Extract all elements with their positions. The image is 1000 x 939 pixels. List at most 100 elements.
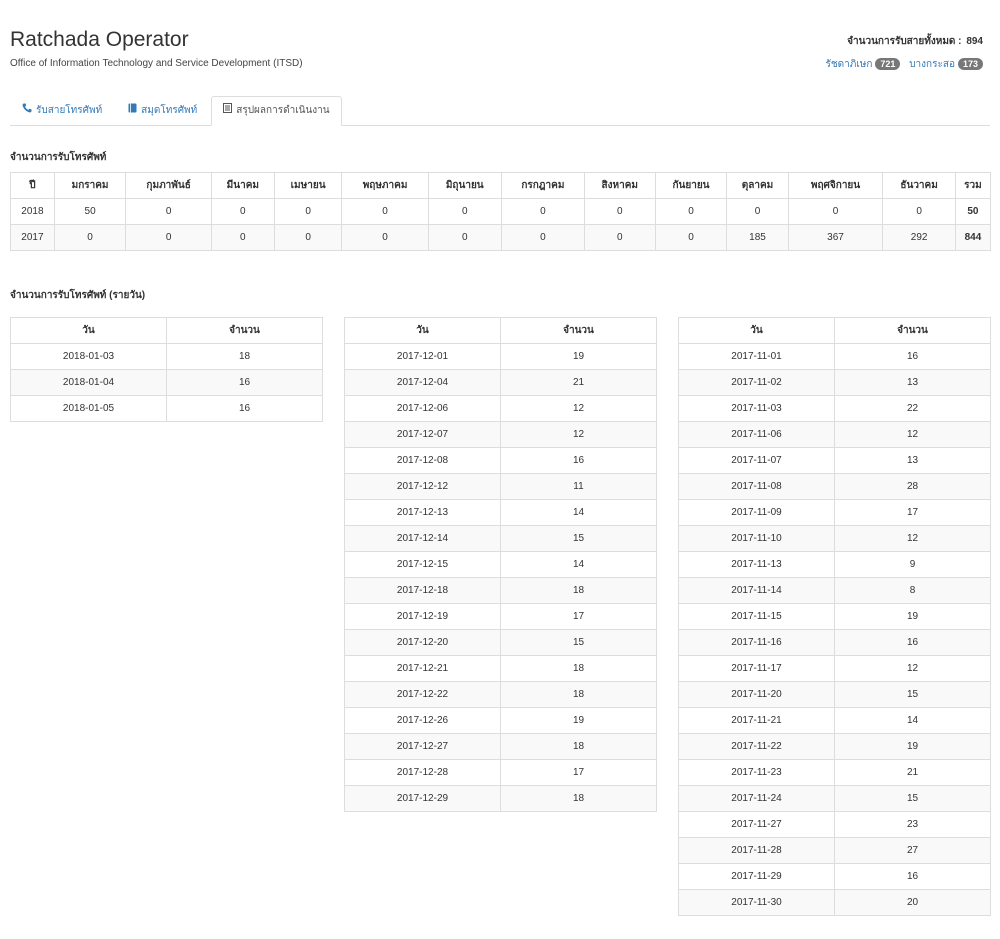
table-row: 2017-11-07 13 (678, 447, 991, 474)
tab-performance-summary[interactable]: สรุปผลการดำเนินงาน (211, 96, 342, 126)
table-header-row: วัน จำนวน (678, 317, 991, 344)
count-cell: 13 (834, 447, 991, 474)
branch-link-bangkraso[interactable]: บางกระสอ 173 (909, 58, 983, 70)
column-header: มกราคม (53, 172, 127, 199)
table-row: 2017-11-09 17 (678, 499, 991, 526)
count-cell: 12 (500, 421, 657, 448)
count-cell: 18 (500, 733, 657, 760)
total-calls: จำนวนการรับสายทั้งหมด : 894 (819, 34, 983, 49)
date-cell: 2017-11-27 (678, 811, 835, 838)
column-header: เมษายน (273, 172, 343, 199)
year-cell: 2017 (10, 224, 55, 251)
count-cell: 21 (500, 369, 657, 396)
tab-receive-calls[interactable]: รับสายโทรศัพท์ (10, 96, 114, 124)
count-cell: 18 (500, 577, 657, 604)
count-cell: 8 (834, 577, 991, 604)
table-row: 2017-11-29 16 (678, 863, 991, 890)
date-cell: 2017-11-08 (678, 473, 835, 500)
total-calls-label: จำนวนการรับสายทั้งหมด : (847, 36, 962, 47)
table-row: 2017-12-20 15 (344, 629, 657, 656)
table-row: 2018-01-05 16 (10, 395, 323, 422)
app-subtitle: Office of Information Technology and Ser… (10, 58, 303, 69)
column-header: สิงหาคม (583, 172, 656, 199)
date-column-header: วัน (10, 317, 167, 344)
total-calls-value: 894 (966, 36, 983, 47)
tab-label: สรุปผลการดำเนินงาน (236, 105, 330, 116)
count-cell: 14 (500, 499, 657, 526)
table-row: 2018-01-03 18 (10, 343, 323, 370)
count-cell: 15 (834, 681, 991, 708)
column-header: กรกฎาคม (500, 172, 585, 199)
count-cell: 18 (500, 785, 657, 812)
month-cell: 0 (341, 198, 429, 225)
count-cell: 20 (834, 889, 991, 916)
table-row: 2017-11-28 27 (678, 837, 991, 864)
month-cell: 185 (726, 224, 789, 251)
table-row: 2017-12-04 21 (344, 369, 657, 396)
table-row: 2017-11-16 16 (678, 629, 991, 656)
column-header: มีนาคม (210, 172, 275, 199)
table-row: 2017-11-03 22 (678, 395, 991, 422)
table-header-row: ปี มกราคม กุมภาพันธ์ มีนาคม เมษายน พฤษภาคม มิถ… (10, 172, 992, 199)
table-row: 2017-12-07 12 (344, 421, 657, 448)
table-row: 2017-12-12 11 (344, 473, 657, 500)
table-row: 2018-01-04 16 (10, 369, 323, 396)
branch-link-ratchada[interactable]: รัชดาภิเษก 721 (825, 58, 901, 70)
branch-list: รัชดาภิเษก 721 บางกระสอ 173 (819, 57, 983, 72)
count-cell: 16 (834, 343, 991, 370)
daily-section-title: จำนวนการรับโทรศัพท์ (รายวัน) (10, 290, 146, 301)
table-header-row: วัน จำนวน (10, 317, 323, 344)
month-cell: 0 (654, 198, 728, 225)
date-cell: 2017-11-23 (678, 759, 835, 786)
date-cell: 2017-11-14 (678, 577, 835, 604)
date-cell: 2017-11-13 (678, 551, 835, 578)
date-cell: 2017-12-01 (344, 343, 501, 370)
column-header: กันยายน (654, 172, 728, 199)
count-cell: 21 (834, 759, 991, 786)
table-row: 2017-11-06 12 (678, 421, 991, 448)
column-header: พฤษภาคม (341, 172, 429, 199)
date-cell: 2017-12-27 (344, 733, 501, 760)
column-header: ปี (10, 172, 55, 199)
count-badge: 173 (957, 58, 983, 70)
count-cell: 22 (834, 395, 991, 422)
table-row: 2017-11-14 8 (678, 577, 991, 604)
date-cell: 2017-11-09 (678, 499, 835, 526)
table-row: 2017-11-30 20 (678, 889, 991, 916)
count-cell: 19 (500, 707, 657, 734)
tab-phonebook[interactable]: สมุดโทรศัพท์ (116, 96, 209, 124)
date-cell: 2017-12-07 (344, 421, 501, 448)
count-cell: 12 (834, 655, 991, 682)
count-cell: 17 (834, 499, 991, 526)
date-cell: 2017-12-13 (344, 499, 501, 526)
book-icon (128, 97, 137, 125)
year-cell: 2018 (10, 198, 55, 225)
date-cell: 2017-11-29 (678, 863, 835, 890)
month-cell: 0 (273, 198, 343, 225)
column-header: มิถุนายน (427, 172, 502, 199)
month-cell: 0 (583, 224, 656, 251)
date-cell: 2017-12-21 (344, 655, 501, 682)
table-row: 2018 50 0 0 0 0 0 0 0 0 0 0 0 50 (10, 198, 992, 225)
table-row: 2017-12-14 15 (344, 525, 657, 552)
month-cell: 0 (125, 224, 212, 251)
count-cell: 15 (500, 629, 657, 656)
table-row: 2017-11-17 12 (678, 655, 991, 682)
date-cell: 2017-11-20 (678, 681, 835, 708)
date-cell: 2017-12-22 (344, 681, 501, 708)
tab-label: สมุดโทรศัพท์ (141, 105, 198, 116)
table-row: 2017-11-01 16 (678, 343, 991, 370)
total-cell: 50 (954, 198, 992, 225)
count-cell: 14 (834, 707, 991, 734)
date-cell: 2017-11-07 (678, 447, 835, 474)
table-row: 2017-12-06 12 (344, 395, 657, 422)
list-icon (223, 97, 233, 125)
table-row: 2017-11-24 15 (678, 785, 991, 812)
date-cell: 2017-11-15 (678, 603, 835, 630)
count-cell: 18 (166, 343, 323, 370)
date-cell: 2017-12-18 (344, 577, 501, 604)
month-cell: 0 (654, 224, 728, 251)
date-cell: 2017-11-03 (678, 395, 835, 422)
date-cell: 2017-11-01 (678, 343, 835, 370)
table-row: 2017-12-19 17 (344, 603, 657, 630)
